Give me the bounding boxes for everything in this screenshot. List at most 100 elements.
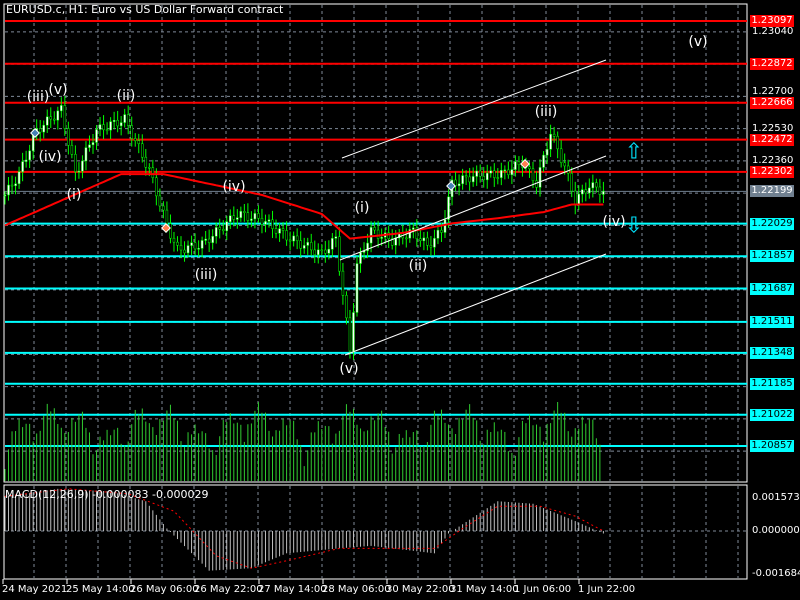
candle-body — [172, 237, 176, 243]
candle-body — [102, 124, 105, 131]
chart-title: EURUSD.c, H1: Euro vs US Dollar Forward … — [6, 3, 284, 16]
candle-body — [422, 237, 426, 241]
candle-body — [475, 170, 478, 177]
channel-line — [341, 59, 607, 159]
macd-title: MACD(12,26,9) -0.000083 -0.000029 — [5, 488, 209, 501]
support-price-label: 1.22029 — [750, 217, 794, 230]
candle-body — [348, 317, 352, 352]
candle-body — [440, 229, 443, 233]
candle-body — [49, 116, 53, 120]
candle-body — [552, 133, 556, 137]
candle-body — [563, 162, 566, 167]
candle-body — [595, 182, 598, 188]
candle-body — [162, 205, 165, 211]
candle-body — [239, 211, 243, 218]
candle-body — [63, 105, 67, 129]
support-price-label: 1.21857 — [750, 250, 794, 263]
candle-body — [218, 227, 221, 230]
candle-body — [376, 229, 380, 239]
candle-body — [556, 136, 559, 150]
candle-body — [169, 223, 172, 239]
candle-body — [98, 124, 102, 130]
candle-body — [485, 172, 489, 181]
candle-body — [566, 165, 570, 174]
candle-body — [478, 170, 482, 177]
candle-body — [588, 187, 591, 194]
candle-body — [412, 227, 415, 230]
candle-body — [14, 183, 17, 187]
wave-label: (iii) — [534, 104, 558, 120]
candle-body — [158, 195, 162, 207]
wave-label: (ii) — [408, 258, 428, 274]
candle-body — [225, 221, 229, 232]
candle-body — [309, 242, 313, 251]
candle-body — [109, 121, 112, 131]
candle-body — [447, 196, 450, 220]
candle-body — [559, 148, 563, 163]
candle-body — [260, 218, 264, 225]
main-frame — [3, 3, 748, 483]
current-price-label: 1.22199 — [750, 185, 794, 198]
candle-body — [288, 239, 292, 242]
candle-body — [324, 249, 327, 254]
candle-body — [165, 209, 169, 225]
candle-body — [327, 248, 331, 254]
candle-body — [598, 186, 602, 195]
wave-label: (iv) — [602, 214, 626, 230]
candle-body — [295, 235, 299, 241]
candle-body — [214, 227, 218, 237]
candle-body — [503, 169, 507, 172]
candle-body — [105, 129, 109, 132]
candle-body — [28, 150, 31, 161]
candle-body — [457, 183, 461, 187]
time-axis-label: 26 May 06:00 — [130, 584, 199, 595]
candle-body — [133, 138, 137, 141]
candle-body — [17, 171, 21, 184]
candle-body — [81, 160, 84, 172]
candle-body — [489, 170, 493, 174]
candle-body — [468, 176, 471, 183]
channel-line — [344, 253, 607, 356]
candle-body — [119, 122, 123, 127]
candle-body — [264, 221, 267, 225]
candle-body — [538, 167, 542, 188]
candle-body — [60, 105, 63, 112]
candle-body — [67, 128, 70, 146]
down-arrow-icon: ⇩ — [624, 213, 644, 239]
candle-body — [267, 219, 271, 222]
candle-body — [31, 134, 35, 152]
candle-body — [95, 129, 98, 143]
candle-body — [207, 238, 211, 243]
candle-body — [21, 161, 24, 173]
candle-body — [355, 263, 359, 313]
candle-body — [243, 211, 246, 214]
candle-body — [84, 147, 88, 162]
wave-label: (iv) — [222, 179, 246, 195]
candle-body — [24, 159, 28, 162]
candle-body — [88, 144, 91, 148]
candle-body — [507, 169, 510, 175]
candle-body — [591, 182, 595, 189]
candle-body — [53, 118, 56, 121]
candle-body — [359, 252, 362, 264]
candle-body — [144, 156, 148, 168]
candle-body — [236, 217, 239, 220]
candle-body — [176, 241, 179, 246]
candle-body — [369, 227, 373, 244]
candle-body — [42, 124, 45, 133]
wave-label: (v) — [688, 34, 708, 50]
candle-body — [74, 154, 77, 172]
candle-body — [436, 229, 440, 239]
candle-body — [123, 114, 126, 123]
candle-body — [602, 191, 605, 195]
wave-label: (v) — [48, 82, 68, 98]
candle-body — [433, 238, 436, 248]
candle-body — [229, 215, 232, 222]
wave-label: (i) — [66, 187, 82, 203]
candle-body — [334, 236, 338, 239]
time-axis-label: 28 May 06:00 — [322, 584, 391, 595]
candle-body — [204, 238, 207, 241]
resistance-price-label: 1.22302 — [750, 165, 794, 178]
candle-body — [274, 228, 278, 234]
candle-body — [246, 212, 250, 221]
